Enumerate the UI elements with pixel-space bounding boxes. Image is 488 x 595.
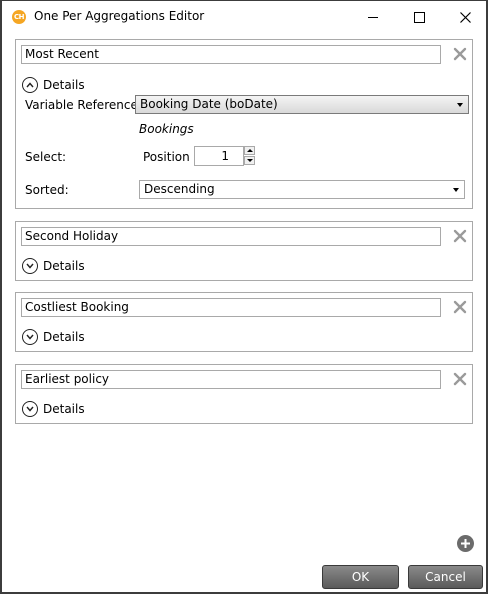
aggregation-name-input[interactable]: Earliest policy (21, 370, 441, 389)
details-label: Details (43, 402, 85, 416)
variable-reference-value: Booking Date (boDate) (140, 97, 278, 111)
remove-aggregation-icon[interactable] (453, 372, 467, 386)
decrement-button[interactable] (244, 156, 255, 165)
remove-aggregation-icon[interactable] (453, 229, 467, 243)
position-value: 1 (221, 149, 229, 163)
collapse-icon (22, 77, 38, 93)
plus-icon (461, 539, 470, 548)
details-label: Details (43, 78, 85, 92)
minimize-button[interactable] (350, 1, 396, 33)
arrow-up-icon (246, 149, 253, 152)
expand-icon (22, 329, 38, 345)
aggregation-name-input[interactable]: Second Holiday (21, 227, 441, 246)
remove-aggregation-icon[interactable] (453, 47, 467, 61)
details-label: Details (43, 259, 85, 273)
details-label: Details (43, 330, 85, 344)
aggregation-panel: Earliest policy Details (15, 364, 473, 424)
maximize-button[interactable] (396, 1, 442, 33)
sorted-select[interactable]: Descending (139, 180, 465, 199)
editor-window: CH One Per Aggregations Editor Most Rece… (0, 0, 488, 594)
close-icon (459, 11, 471, 23)
select-label: Select: (25, 150, 67, 164)
position-stepper[interactable]: 1 (194, 146, 255, 166)
aggregation-panel: Most Recent Details Variable Reference: … (15, 39, 473, 209)
minimize-icon (368, 16, 378, 18)
details-toggle[interactable]: Details (22, 328, 85, 346)
variable-reference-select[interactable]: Booking Date (boDate) (135, 95, 469, 114)
sorted-value: Descending (144, 182, 215, 196)
increment-button[interactable] (244, 146, 255, 155)
expand-icon (22, 401, 38, 417)
cancel-button[interactable]: Cancel (408, 565, 483, 589)
aggregation-panel: Second Holiday Details (15, 221, 473, 281)
chevron-down-icon (453, 188, 459, 192)
aggregation-name-input[interactable]: Costliest Booking (21, 298, 441, 317)
table-name-label: Bookings (139, 122, 194, 136)
aggregation-name-input[interactable]: Most Recent (21, 45, 441, 64)
aggregation-panel: Costliest Booking Details (15, 292, 473, 352)
maximize-icon (413, 11, 425, 23)
add-aggregation-icon[interactable] (457, 535, 474, 552)
expand-icon (22, 258, 38, 274)
details-toggle[interactable]: Details (22, 400, 85, 418)
sorted-label: Sorted: (25, 183, 69, 197)
window-title: One Per Aggregations Editor (34, 9, 205, 23)
app-icon: CH (12, 10, 26, 24)
chevron-down-icon (457, 103, 463, 107)
details-toggle[interactable]: Details (22, 76, 85, 94)
arrow-down-icon (246, 159, 253, 162)
details-toggle[interactable]: Details (22, 257, 85, 275)
title-bar: CH One Per Aggregations Editor (2, 1, 486, 33)
position-label: Position (143, 150, 190, 164)
ok-button[interactable]: OK (322, 565, 399, 589)
remove-aggregation-icon[interactable] (453, 300, 467, 314)
close-button[interactable] (442, 1, 488, 33)
variable-reference-label: Variable Reference: (25, 98, 142, 112)
